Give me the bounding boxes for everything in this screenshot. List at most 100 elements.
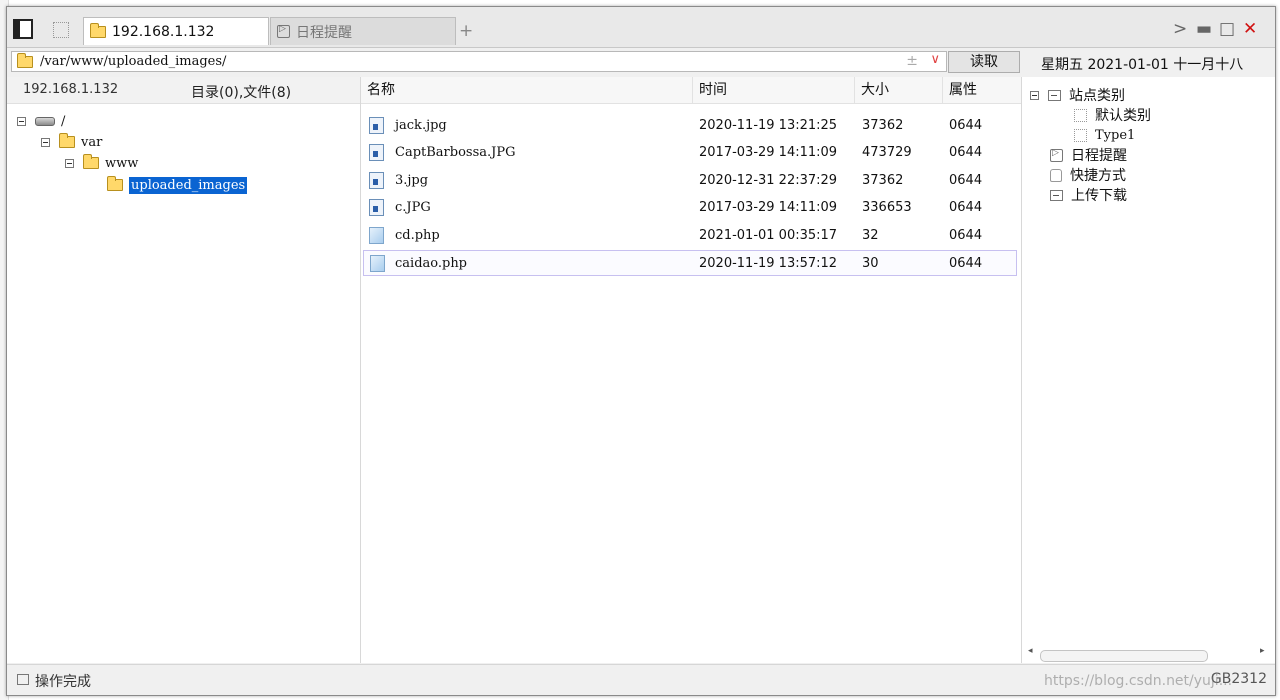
tab-host[interactable]: 192.168.1.132 (83, 17, 269, 45)
file-list-pane: 名称 时间 大小 属性 jack.jpg 2020-11-19 13:21:25… (361, 77, 1022, 663)
file-attr: 0644 (949, 118, 983, 133)
php-file-icon (370, 255, 385, 272)
file-time: 2020-12-31 22:37:29 (699, 173, 838, 188)
table-row-highlighted[interactable]: caidao.php 2020-11-19 13:57:12 30 0644 (363, 250, 1017, 276)
file-time: 2020-11-19 13:21:25 (699, 118, 838, 133)
collapse-icon[interactable] (41, 137, 50, 147)
file-time: 2021-01-01 00:35:17 (699, 228, 838, 243)
tree-item-transfer[interactable]: 上传下载 (1050, 185, 1127, 205)
file-size: 473729 (862, 145, 912, 160)
tree-item-shortcut[interactable]: 快捷方式 (1050, 165, 1126, 185)
column-header-time[interactable]: 时间 (693, 77, 855, 103)
php-file-icon (369, 227, 384, 244)
folder-icon (59, 133, 75, 148)
tab-host-label: 192.168.1.132 (112, 23, 215, 40)
chevron-down-icon[interactable]: ∨ (930, 52, 940, 67)
watermark-text: https://blog.csdn.net/yuji... (1044, 673, 1233, 689)
transfer-icon (1050, 189, 1063, 201)
chevron-right-icon[interactable]: > (1173, 19, 1187, 39)
tree-item-site-category[interactable]: 站点类别 (1030, 85, 1125, 105)
site-tree-pane: 站点类别 默认类别 Type1 日程提醒 快捷方式 上传下载 ◂ ▸ (1022, 77, 1275, 663)
tab-schedule-label: 日程提醒 (296, 24, 352, 41)
file-size: 30 (862, 256, 879, 271)
blank-tab-icon[interactable] (53, 22, 69, 38)
table-row[interactable]: cd.php 2021-01-01 00:35:17 32 0644 (363, 223, 1017, 249)
file-size: 37362 (862, 173, 904, 188)
address-path: /var/www/uploaded_images/ (40, 54, 227, 69)
file-time: 2017-03-29 14:11:09 (699, 145, 838, 160)
tree-header: 192.168.1.132 目录(0),文件(8) (7, 77, 360, 104)
table-row[interactable]: 3.jpg 2020-12-31 22:37:29 37362 0644 (363, 168, 1017, 194)
tree-item-default-category[interactable]: 默认类别 (1074, 105, 1151, 125)
tree-item-label: / (61, 113, 66, 129)
host-label: 192.168.1.132 (23, 82, 119, 97)
column-header-name[interactable]: 名称 (361, 77, 693, 103)
column-header-attr[interactable]: 属性 (943, 77, 1021, 103)
shortcut-label: 快捷方式 (1070, 168, 1126, 184)
tab-schedule[interactable]: 日程提醒 (270, 17, 456, 45)
table-row[interactable]: c.JPG 2017-03-29 14:11:09 336653 0644 (363, 195, 1017, 221)
image-file-icon (369, 172, 384, 189)
status-icon (17, 674, 29, 685)
file-name: jack.jpg (395, 118, 447, 133)
folder-icon (107, 176, 123, 191)
address-row: /var/www/uploaded_images/ ± ∨ 读取 星期五 202… (7, 48, 1275, 76)
file-attr: 0644 (949, 173, 983, 188)
tree-item-label: var (81, 134, 103, 150)
file-manager-window: 192.168.1.132 日程提醒 + > ▬ □ ✕ /var/www/up… (6, 6, 1276, 696)
tree-item-label: www (105, 155, 139, 171)
file-attr: 0644 (949, 145, 983, 160)
table-row[interactable]: CaptBarbossa.JPG 2017-03-29 14:11:09 473… (363, 140, 1017, 166)
panel-toggle-icon[interactable] (13, 19, 33, 39)
file-time: 2020-11-19 13:57:12 (699, 256, 838, 271)
maximize-icon[interactable]: □ (1219, 19, 1235, 39)
close-icon[interactable]: ✕ (1243, 19, 1257, 39)
site-category-label: 站点类别 (1069, 88, 1125, 104)
tab-bar: 192.168.1.132 日程提醒 + > ▬ □ ✕ (7, 7, 1275, 48)
scroll-right-icon[interactable]: ▸ (1260, 646, 1265, 656)
add-tab-icon[interactable]: + (459, 21, 473, 41)
table-row[interactable]: jack.jpg 2020-11-19 13:21:25 37362 0644 (363, 113, 1017, 139)
file-time: 2017-03-29 14:11:09 (699, 200, 838, 215)
column-header-size[interactable]: 大小 (855, 77, 943, 103)
tree-item-var[interactable]: var (41, 132, 102, 152)
tree-item-www[interactable]: www (65, 153, 138, 173)
image-file-icon (369, 117, 384, 134)
transfer-label: 上传下载 (1071, 188, 1127, 204)
collapse-icon[interactable] (65, 158, 74, 168)
hand-icon (1050, 168, 1062, 182)
column-header-row: 名称 时间 大小 属性 (361, 77, 1021, 104)
read-button[interactable]: 读取 (948, 51, 1020, 73)
file-name: 3.jpg (395, 173, 429, 188)
tree-item-schedule[interactable]: 日程提醒 (1050, 145, 1127, 165)
schedule-label: 日程提醒 (1071, 148, 1127, 164)
file-name: caidao.php (395, 256, 468, 271)
default-category-label: 默认类别 (1095, 108, 1151, 124)
tree-item-type1[interactable]: Type1 (1074, 125, 1135, 145)
horizontal-scrollbar[interactable]: ◂ ▸ (1026, 646, 1270, 662)
folder-icon (17, 52, 33, 68)
status-text: 操作完成 (35, 674, 91, 690)
folder-icon (83, 154, 99, 169)
file-name: c.JPG (395, 200, 431, 215)
scrollbar-thumb[interactable] (1040, 650, 1208, 662)
tree-item-root[interactable]: / (17, 111, 65, 131)
image-file-icon (369, 144, 384, 161)
plus-minus-icon[interactable]: ± (906, 53, 918, 69)
scroll-left-icon[interactable]: ◂ (1028, 646, 1033, 656)
category-dot-icon (1074, 108, 1087, 122)
file-attr: 0644 (949, 256, 983, 271)
address-input[interactable]: /var/www/uploaded_images/ ± ∨ (11, 51, 947, 72)
schedule-icon (277, 24, 290, 38)
dir-file-count: 目录(0),文件(8) (191, 85, 292, 101)
directory-tree-pane: 192.168.1.132 目录(0),文件(8) / var www uplo… (7, 77, 361, 663)
collapse-icon[interactable] (17, 116, 26, 126)
file-size: 336653 (862, 200, 912, 215)
category-icon (1048, 89, 1061, 101)
file-size: 37362 (862, 118, 904, 133)
file-name: cd.php (395, 228, 440, 243)
tree-item-uploaded-images[interactable]: uploaded_images (107, 175, 248, 195)
file-size: 32 (862, 228, 879, 243)
minimize-icon[interactable]: ▬ (1196, 19, 1212, 39)
collapse-icon[interactable] (1030, 90, 1039, 100)
